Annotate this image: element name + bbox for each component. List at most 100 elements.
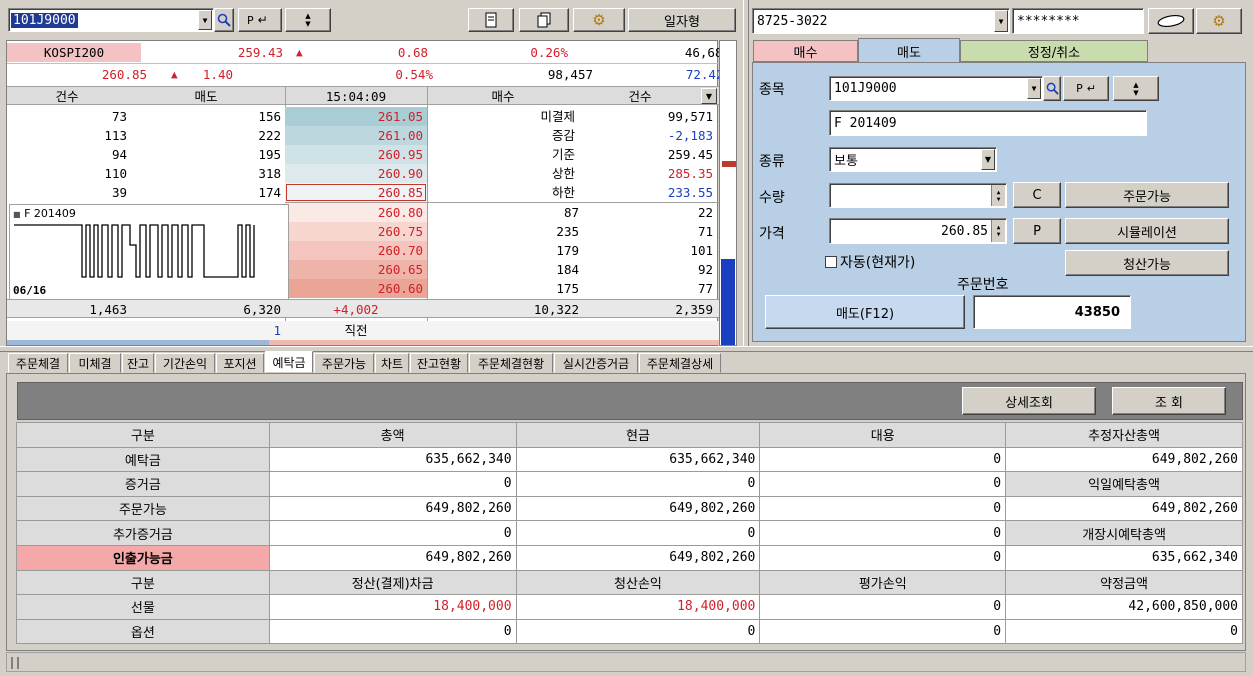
action-bar: 상세조회 조 회	[17, 382, 1243, 420]
sell-info-value: -2,183	[667, 128, 713, 143]
column-header: 현금	[515, 422, 761, 448]
splitter-horizontal[interactable]	[0, 346, 1253, 352]
tab-11[interactable]: 실시간증거금	[554, 353, 638, 373]
sell-quote-row[interactable]: 94 195 260.95 기준 259.45	[7, 145, 719, 164]
tab-4[interactable]: 기간손익	[155, 353, 215, 373]
row-label: 증거금	[16, 471, 270, 497]
sell-price: 260.90	[285, 164, 427, 183]
tab-6[interactable]: 예탁금	[265, 351, 313, 373]
resize-grip-icon[interactable]	[11, 657, 19, 669]
cash-value: 649,802,260	[515, 495, 761, 522]
price-input[interactable]: 260.85 ▲ ▼	[829, 218, 1007, 244]
column-header: 총액	[268, 422, 517, 448]
p-label: P	[1076, 82, 1083, 95]
order-settings-button[interactable]: ⚙	[1196, 8, 1242, 34]
account-combo[interactable]: 8725-3022 ▼	[752, 8, 1010, 34]
p-price-button[interactable]: P	[1013, 218, 1061, 244]
checkbox-icon[interactable]	[825, 256, 837, 268]
substitute-value: 0	[759, 495, 1007, 522]
summary-header: 개장시예탁총액	[1005, 520, 1243, 546]
index-row: KOSPI200 259.43 ▲ 0.68 0.26% 46,684	[7, 43, 730, 62]
eval-value: 0	[759, 594, 1007, 620]
total-value: 649,802,260	[268, 495, 517, 522]
sell-info-label: 증감	[551, 128, 575, 143]
query-button[interactable]: 조 회	[1112, 387, 1226, 415]
index-change: 0.68	[397, 45, 428, 60]
auto-price-checkbox[interactable]: 자동(현재가)	[825, 252, 915, 272]
chevron-down-icon[interactable]: ▼	[994, 10, 1008, 32]
chevron-down-icon[interactable]: ▼	[981, 149, 995, 170]
code-combo[interactable]: 101J9000 ▼	[8, 8, 214, 32]
chevron-down-icon[interactable]: ▼	[1027, 78, 1041, 99]
sell-quote-row[interactable]: 110 318 260.90 상한 285.35	[7, 164, 719, 183]
tab-7[interactable]: 주문가능	[314, 353, 374, 373]
chevron-down-icon[interactable]: ▼	[198, 10, 212, 30]
down-arrow-icon: ▼	[305, 20, 311, 28]
tab-12[interactable]: 주문체결상세	[639, 353, 721, 373]
sell-qty: 195	[258, 147, 281, 162]
side-scroll-track	[719, 40, 737, 346]
qty-input[interactable]: ▲ ▼	[829, 183, 1007, 208]
price-stepper[interactable]: ▲ ▼	[991, 220, 1005, 242]
c-button[interactable]: C	[1013, 182, 1061, 208]
sell-qty: 156	[258, 109, 281, 124]
p-label: P	[247, 13, 254, 27]
column-header: 구분	[16, 569, 270, 596]
order-form: 종목 101J9000 ▼ P ↵ ▲ ▼ F 201409 종류 보통 ▼ 수량 …	[752, 62, 1246, 342]
item-name-field: F 201409	[829, 110, 1147, 136]
settlement-row[interactable]: 선물 18,400,000 18,400,000 0 42,600,850,000	[16, 594, 1243, 620]
daily-button[interactable]: 일자형	[628, 8, 736, 32]
deposit-row[interactable]: 주문가능 649,802,260 649,802,260 0 649,802,260	[16, 495, 1243, 522]
p-enter-button[interactable]: P ↵	[238, 8, 282, 32]
simulation-button[interactable]: 시뮬레이션	[1065, 218, 1229, 244]
order-tab-buy[interactable]: 매수	[753, 40, 858, 62]
sell-quote-row[interactable]: 73 156 261.05 미결제 99,571	[7, 107, 719, 126]
item-code-combo[interactable]: 101J9000 ▼	[829, 76, 1043, 101]
tab-10[interactable]: 주문체결현황	[469, 353, 553, 373]
connect-button[interactable]	[1148, 8, 1194, 34]
count-left-header: 건수	[55, 89, 79, 104]
detail-query-button[interactable]: 상세조회	[962, 387, 1096, 415]
status-bar	[6, 652, 1246, 672]
qty-stepper[interactable]: ▲ ▼	[991, 185, 1005, 206]
tab-5[interactable]: 포지션	[216, 353, 264, 373]
code-input[interactable]: 101J9000	[11, 12, 78, 28]
password-field[interactable]: ********	[1012, 8, 1144, 34]
deposit-row[interactable]: 인출가능금 649,802,260 649,802,260 0 635,662,340	[16, 544, 1243, 571]
orderable-button[interactable]: 주문가능	[1065, 182, 1229, 208]
settlement-row[interactable]: 옵션 0 0 0 0	[16, 618, 1243, 645]
deposit-row[interactable]: 추가증거금 0 0 0 개장시예탁총액	[16, 520, 1243, 546]
c-label: C	[1032, 187, 1042, 203]
gear-icon: ⚙	[592, 11, 606, 29]
search-button[interactable]	[214, 8, 234, 32]
notepad-button[interactable]	[468, 8, 514, 32]
enter-icon: ↵	[1086, 82, 1096, 95]
total-value: 635,662,340	[268, 446, 517, 473]
item-search-button[interactable]	[1043, 76, 1061, 101]
tab-2[interactable]: 미체결	[69, 353, 121, 373]
settings-button[interactable]: ⚙	[573, 8, 625, 32]
copy-button[interactable]	[519, 8, 569, 32]
tab-8[interactable]: 차트	[375, 353, 409, 373]
chevron-down-icon[interactable]: ▼	[701, 88, 717, 104]
order-tab-modify[interactable]: 정정/취소	[960, 40, 1148, 62]
order-type-select[interactable]: 보통 ▼	[829, 147, 997, 172]
order-toolbar: 8725-3022 ▼ ******** ⚙	[750, 0, 1253, 40]
deposit-row[interactable]: 증거금 0 0 0 익일예탁총액	[16, 471, 1243, 497]
deposit-header-row: 구분 총액 현금 대용 추정자산총액	[16, 422, 1243, 448]
sell-quote-row[interactable]: 39 174 260.85 하한 233.55	[7, 183, 719, 202]
left-toolbar: 101J9000 ▼ P ↵ ▲ ▼ ⚙ 일자형	[0, 0, 740, 40]
item-p-enter-button[interactable]: P ↵	[1063, 76, 1109, 101]
spin-button[interactable]: ▲ ▼	[285, 8, 331, 32]
tab-3[interactable]: 잔고	[122, 353, 154, 373]
item-spin-button[interactable]: ▲ ▼	[1113, 76, 1159, 101]
sell-order-button[interactable]: 매도(F12)	[765, 295, 965, 329]
settle-button[interactable]: 청산가능	[1065, 250, 1229, 276]
deposit-row[interactable]: 예탁금 635,662,340 635,662,340 0 649,802,260	[16, 446, 1243, 473]
tab-1[interactable]: 주문체결	[8, 353, 68, 373]
order-tab-sell[interactable]: 매도	[858, 38, 960, 63]
splitter-vertical[interactable]	[743, 0, 749, 346]
tab-9[interactable]: 잔고현황	[410, 353, 468, 373]
down-arrow-icon: ▼	[1133, 88, 1139, 97]
sell-quote-row[interactable]: 113 222 261.00 증감 -2,183	[7, 126, 719, 145]
